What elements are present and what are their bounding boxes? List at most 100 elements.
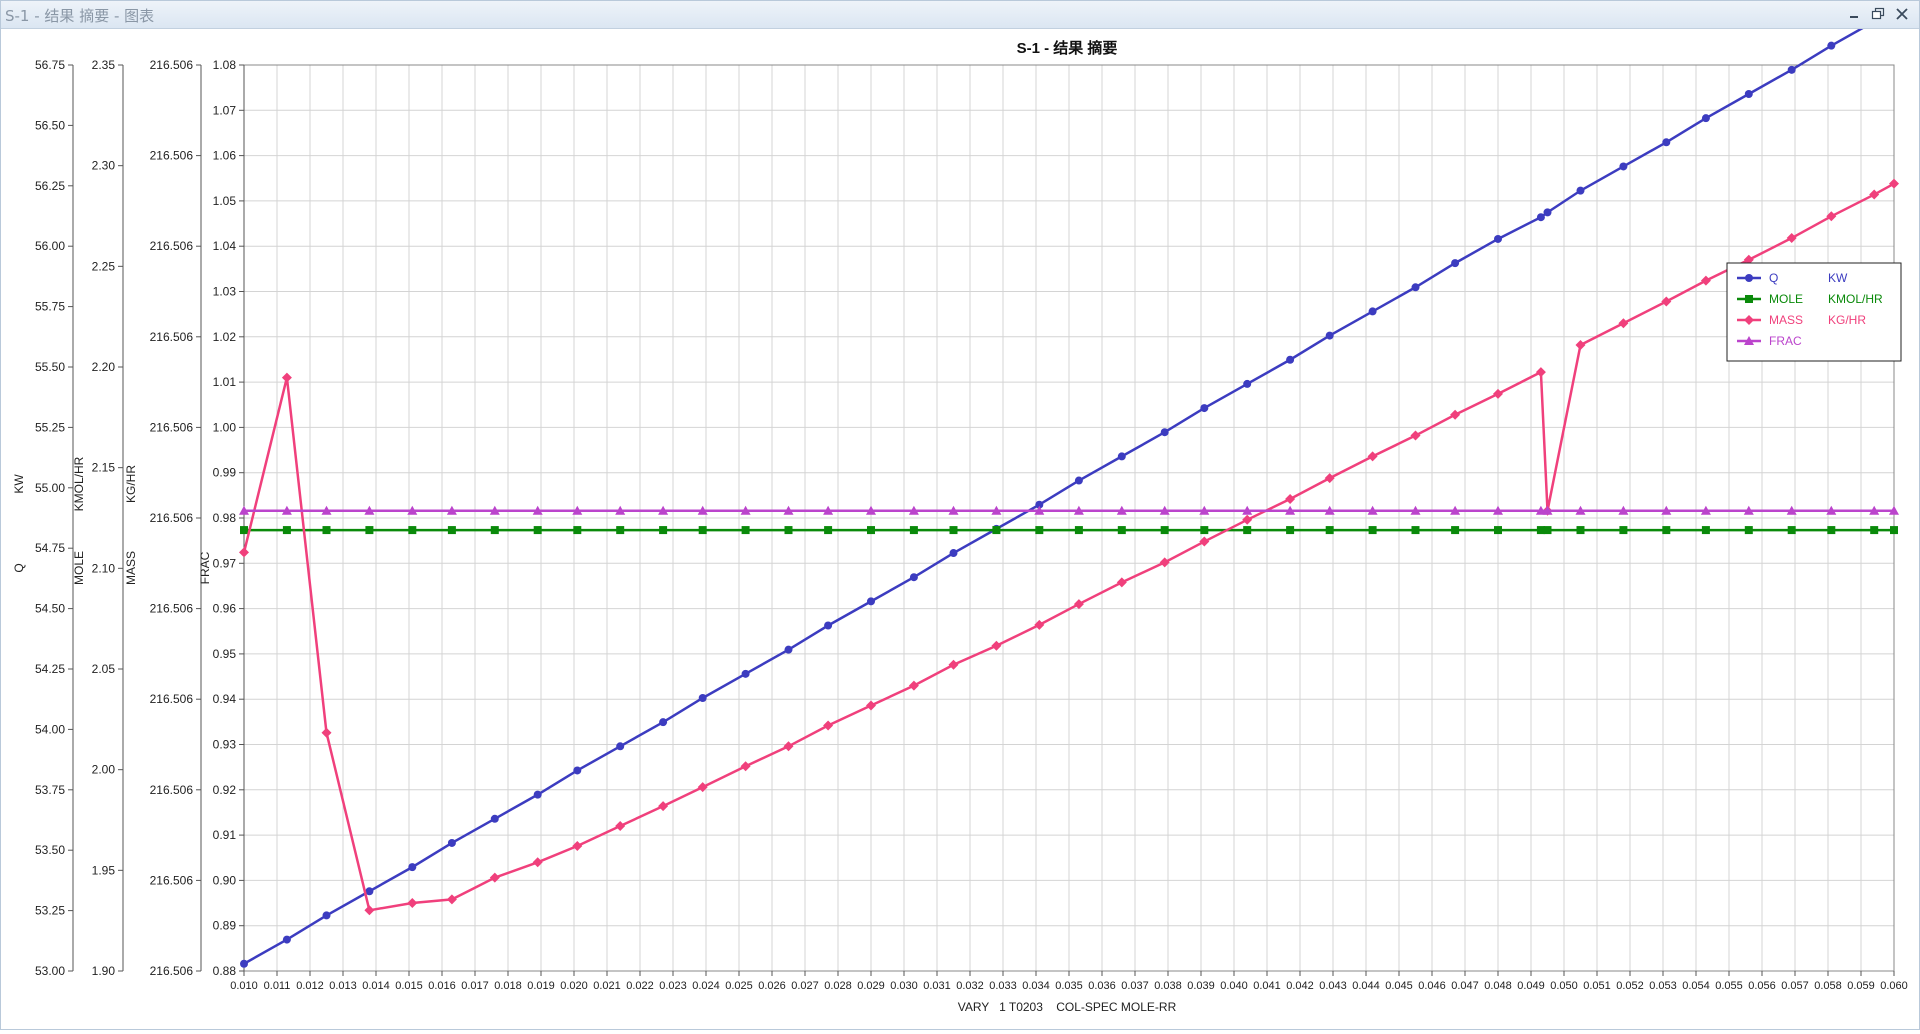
x-tick-label: 0.027 xyxy=(791,980,819,992)
x-tick-label: 0.024 xyxy=(692,980,720,992)
x-tick-label: 0.033 xyxy=(989,980,1017,992)
data-point xyxy=(240,526,248,535)
legend-item-name: Q xyxy=(1769,271,1778,285)
legend: Q KW MOLE KMOL/HR MASS KG/HR FRAC xyxy=(1726,262,1902,362)
y-axis-unit: KW xyxy=(12,474,26,494)
x-tick-label: 0.040 xyxy=(1220,980,1248,992)
minimize-icon[interactable] xyxy=(1845,5,1863,23)
data-point xyxy=(741,526,750,535)
data-point xyxy=(282,526,291,535)
y-tick-label: 54.25 xyxy=(35,662,65,676)
x-tick-label: 0.026 xyxy=(758,980,786,992)
data-point xyxy=(1890,526,1898,535)
y-tick-label: 1.00 xyxy=(213,420,237,434)
legend-item-name: MASS xyxy=(1769,313,1803,327)
x-tick-label: 0.022 xyxy=(626,980,654,992)
y-tick-label: 2.35 xyxy=(92,58,116,72)
restore-icon[interactable] xyxy=(1869,5,1887,23)
data-point xyxy=(867,597,875,606)
y-tick-label: 1.02 xyxy=(213,330,237,344)
x-tick-label: 0.028 xyxy=(824,980,852,992)
y-tick-label: 2.05 xyxy=(92,662,116,676)
window-controls xyxy=(1845,5,1911,23)
y-tick-label: 0.95 xyxy=(213,647,237,661)
data-point xyxy=(1200,526,1209,535)
data-point xyxy=(659,526,668,535)
data-point xyxy=(909,573,918,582)
y-tick-label: 56.25 xyxy=(35,179,65,193)
data-point xyxy=(867,526,875,535)
y-tick-label: 0.94 xyxy=(213,692,237,706)
y-tick-label: 56.00 xyxy=(35,239,65,253)
data-point xyxy=(447,526,456,535)
data-point xyxy=(1619,162,1628,171)
data-point xyxy=(365,526,374,535)
data-point xyxy=(1536,213,1545,222)
data-point xyxy=(1074,476,1083,485)
y-tick-label: 55.25 xyxy=(35,420,65,434)
data-point xyxy=(1787,526,1796,535)
data-point xyxy=(1543,208,1552,217)
y-tick-label: 1.07 xyxy=(213,103,237,117)
y-tick-label: 0.96 xyxy=(213,602,237,616)
x-tick-label: 0.047 xyxy=(1451,980,1479,992)
data-point xyxy=(1286,526,1295,535)
y-tick-label: 216.506 xyxy=(150,783,194,797)
legend-swatch-marker xyxy=(1745,274,1753,282)
y-tick-label: 216.506 xyxy=(150,692,194,706)
results-chart: S-1 - 结果 摘要 VARY 1 T0203 COL-SPEC MOLE-R… xyxy=(1,5,1919,1029)
window-title: S-1 - 结果 摘要 - 图表 xyxy=(5,7,155,25)
y-axis-name: MOLE xyxy=(72,551,86,585)
chart-window: S-1 - 结果 摘要 - 图表 S-1 - 结果 摘要 VARY 1 T020… xyxy=(0,0,1920,1030)
y-tick-label: 55.50 xyxy=(35,360,65,374)
data-point xyxy=(824,526,833,535)
y-tick-label: 2.10 xyxy=(92,561,116,575)
x-tick-label: 0.056 xyxy=(1748,980,1776,992)
y-tick-label: 1.95 xyxy=(92,863,116,877)
legend-swatch-marker xyxy=(1745,295,1753,303)
data-point xyxy=(1701,526,1710,535)
data-point xyxy=(408,863,417,872)
x-tick-label: 0.049 xyxy=(1517,980,1545,992)
data-point xyxy=(1160,428,1169,437)
data-point xyxy=(784,645,793,654)
y-tick-label: 1.08 xyxy=(213,58,237,72)
close-icon[interactable] xyxy=(1893,5,1911,23)
y-tick-label: 0.97 xyxy=(213,556,237,570)
data-point xyxy=(1160,526,1169,535)
y-tick-label: 56.50 xyxy=(35,118,65,132)
legend-item-name: MOLE xyxy=(1769,292,1803,306)
x-tick-label: 0.051 xyxy=(1583,980,1611,992)
title-bar[interactable]: S-1 - 结果 摘要 - 图表 xyxy=(1,1,1919,29)
y-tick-label: 0.91 xyxy=(213,828,237,842)
x-tick-label: 0.020 xyxy=(560,980,588,992)
y-axis-unit: KMOL/HR xyxy=(72,456,86,511)
chart-area: S-1 - 结果 摘要 VARY 1 T0203 COL-SPEC MOLE-R… xyxy=(1,5,1919,1029)
data-point xyxy=(1787,65,1796,74)
x-tick-label: 0.017 xyxy=(461,980,489,992)
y-tick-label: 2.30 xyxy=(92,159,116,173)
y-tick-label: 0.92 xyxy=(213,783,237,797)
data-point xyxy=(1451,259,1460,268)
y-tick-label: 216.506 xyxy=(150,602,194,616)
data-point xyxy=(1619,526,1628,535)
y-axis-name: MASS xyxy=(124,551,138,585)
legend-item-unit: KG/HR xyxy=(1828,313,1866,327)
data-point xyxy=(1243,526,1252,535)
data-point xyxy=(447,838,456,847)
data-point xyxy=(533,526,542,535)
y-tick-label: 216.506 xyxy=(150,149,194,163)
data-point xyxy=(1117,452,1126,461)
y-tick-label: 216.506 xyxy=(150,420,194,434)
x-tick-label: 0.041 xyxy=(1253,980,1281,992)
y-tick-label: 54.50 xyxy=(35,602,65,616)
x-tick-label: 0.052 xyxy=(1616,980,1644,992)
data-point xyxy=(1325,526,1334,535)
x-tick-label: 0.030 xyxy=(890,980,918,992)
data-point xyxy=(1368,307,1377,316)
x-tick-label: 0.057 xyxy=(1781,980,1809,992)
y-tick-label: 1.01 xyxy=(213,375,237,389)
x-tick-label: 0.046 xyxy=(1418,980,1446,992)
x-tick-label: 0.025 xyxy=(725,980,753,992)
data-point xyxy=(1827,41,1836,50)
